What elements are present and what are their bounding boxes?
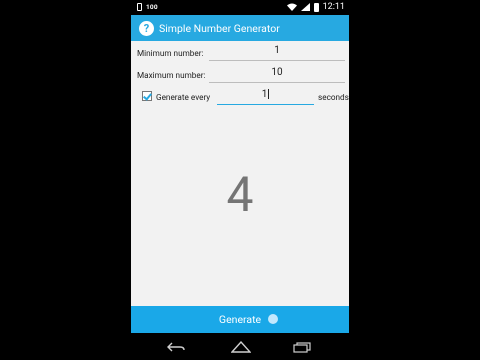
question-circle-icon[interactable]: ?: [139, 20, 154, 36]
recent-apps-icon[interactable]: [293, 342, 311, 353]
phone-icon: [137, 3, 142, 11]
notification-label: 100: [146, 3, 158, 11]
interval-value: 1: [261, 89, 268, 100]
min-number-label: Minimum number:: [137, 49, 204, 59]
min-number-row: Minimum number: 1: [137, 44, 345, 64]
generate-every-label: Generate every: [156, 93, 211, 103]
wifi-icon: [286, 3, 297, 11]
status-time: 12:11: [322, 2, 345, 12]
generate-every-row: Generate every 1 seconds: [137, 88, 349, 108]
max-number-label: Maximum number:: [137, 71, 206, 81]
text-cursor: [268, 89, 270, 100]
navigation-bar: [131, 333, 349, 360]
max-number-row: Maximum number: 10: [137, 66, 345, 86]
content-area: Minimum number: 1 Maximum number: 10 Gen…: [131, 41, 349, 306]
app-title: Simple Number Generator: [159, 21, 280, 35]
phone-screen: 100 12:11 ? Simple Number Generator Mini…: [131, 0, 349, 360]
generate-button[interactable]: Generate: [131, 306, 349, 333]
generate-every-checkbox[interactable]: [142, 91, 152, 101]
generate-button-label: Generate: [218, 313, 262, 326]
max-number-field[interactable]: 10: [209, 66, 345, 83]
touch-indicator: [268, 314, 278, 324]
generated-number: 4: [226, 166, 254, 223]
seconds-label: seconds: [318, 93, 349, 103]
cell-signal-icon: [300, 3, 310, 11]
back-icon[interactable]: [167, 342, 185, 352]
status-bar: 100 12:11: [131, 0, 349, 15]
battery-icon: [313, 2, 319, 12]
action-bar: ? Simple Number Generator: [131, 15, 349, 41]
min-number-field[interactable]: 1: [209, 44, 345, 61]
interval-field[interactable]: 1: [217, 88, 314, 105]
home-icon[interactable]: [231, 341, 251, 353]
